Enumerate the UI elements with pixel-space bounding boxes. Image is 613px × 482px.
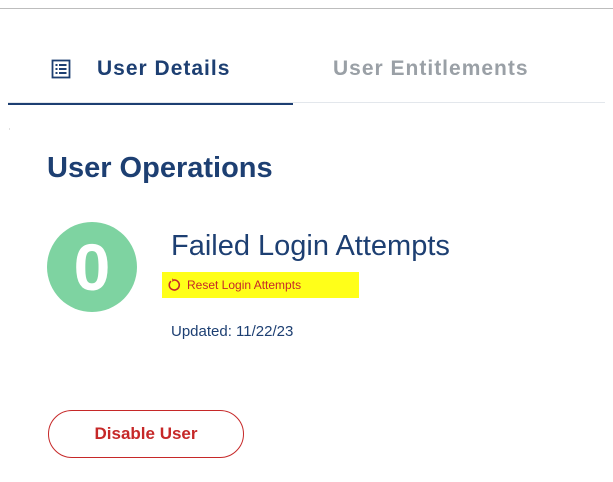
tab-user-details[interactable]: User Details — [8, 38, 293, 105]
user-page: User Details User Entitlements User Oper… — [0, 0, 613, 482]
section-title: User Operations — [47, 152, 273, 184]
reset-icon — [167, 278, 181, 292]
tab-bar: User Details User Entitlements — [8, 38, 605, 106]
failed-count-value: 0 — [73, 230, 111, 304]
tab-bar-divider — [8, 102, 605, 103]
updated-date: Updated: 11/22/23 — [171, 323, 294, 340]
left-edge-mark — [9, 128, 10, 130]
failed-count-badge: 0 — [47, 222, 137, 312]
disable-user-button[interactable]: Disable User — [48, 410, 244, 458]
list-icon — [51, 59, 71, 79]
tab-user-entitlements-label: User Entitlements — [333, 57, 529, 80]
tab-user-details-label: User Details — [97, 57, 231, 80]
failed-login-title: Failed Login Attempts — [171, 230, 450, 262]
reset-login-attempts-link[interactable]: Reset Login Attempts — [162, 272, 359, 298]
top-divider — [0, 8, 613, 9]
reset-login-attempts-label: Reset Login Attempts — [187, 278, 302, 292]
tab-user-entitlements[interactable]: User Entitlements — [308, 38, 598, 102]
